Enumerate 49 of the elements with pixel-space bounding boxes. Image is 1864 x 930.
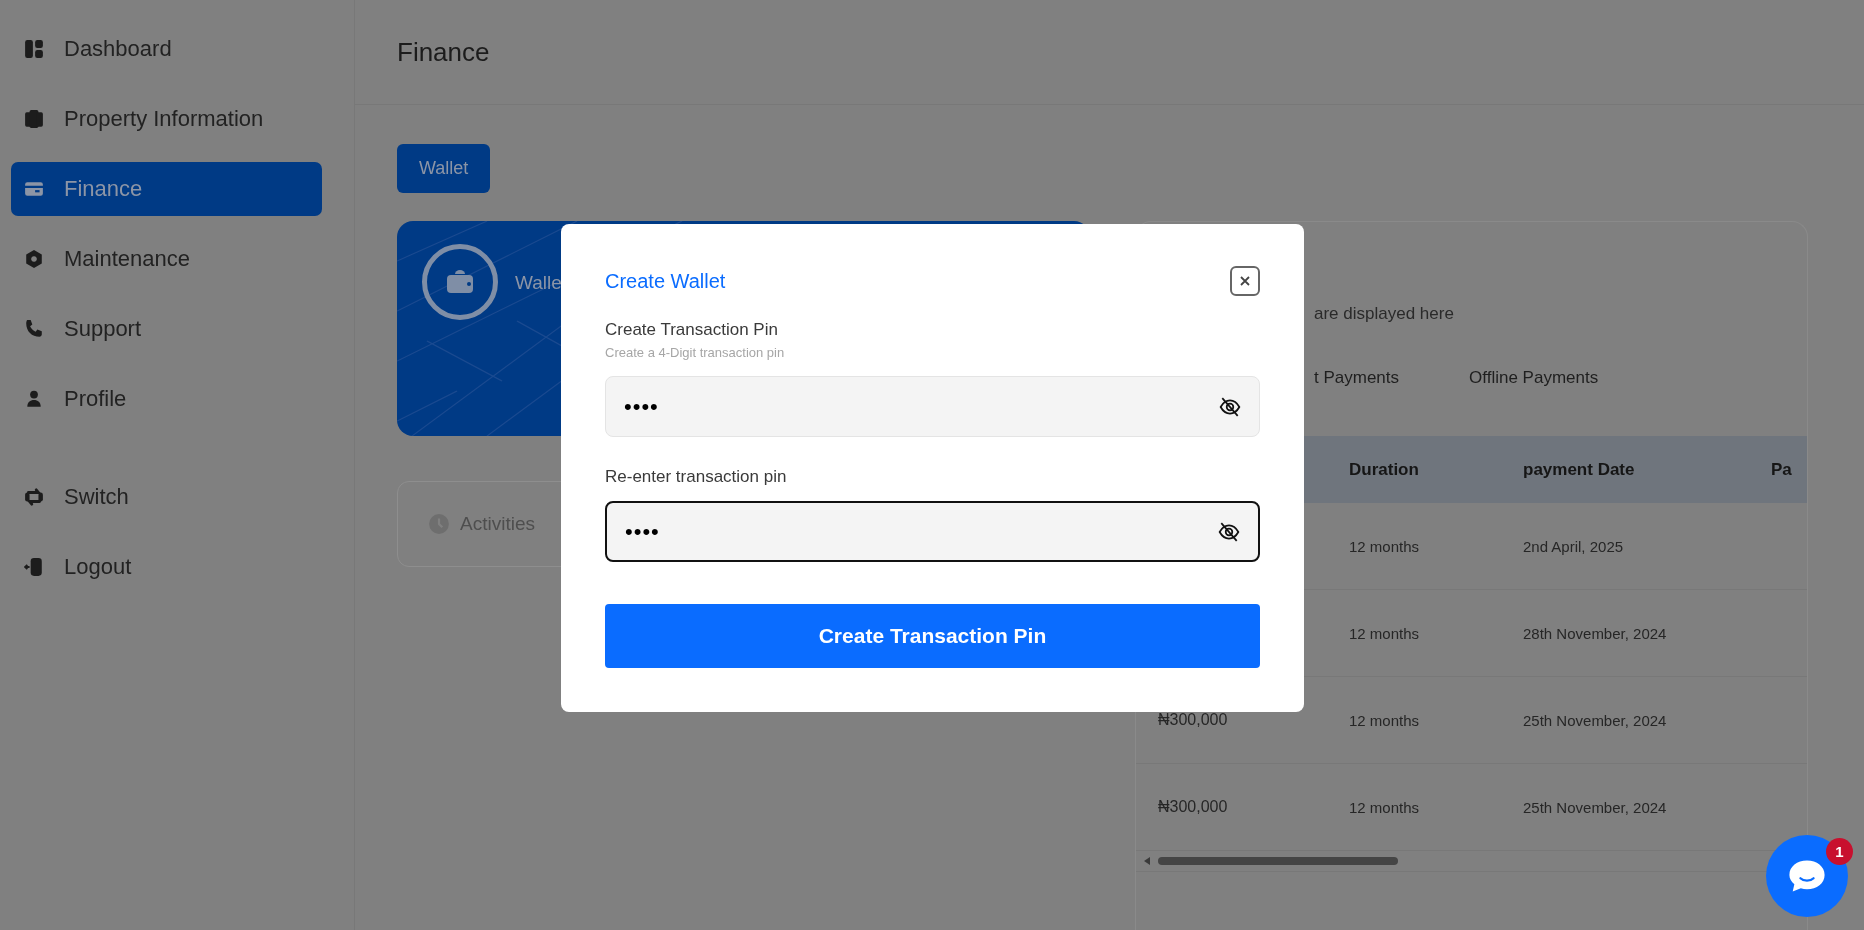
close-icon	[1240, 276, 1250, 286]
nav-item[interactable]: Maintenance	[11, 232, 322, 286]
nav-item[interactable]: Profile	[11, 372, 322, 426]
table-cell-text: 12 months	[1349, 624, 1421, 642]
field-label: Re-enter transaction pin	[605, 466, 788, 488]
nav-item[interactable]: Finance	[11, 162, 322, 216]
page-title: Finance	[397, 36, 490, 68]
create-pin-button[interactable]: Create Transaction Pin	[605, 604, 1260, 668]
eye-off-icon[interactable]	[1219, 395, 1241, 418]
field-hint: Create a 4-Digit transaction pin	[605, 345, 786, 360]
hexagon-icon	[24, 249, 44, 269]
table-cell: ₦300,000	[1158, 798, 1228, 815]
wallet-icon	[422, 244, 498, 320]
table-cell-text: 28th November, 2024	[1523, 624, 1668, 642]
logout-icon	[24, 557, 44, 577]
nav-item[interactable]: Support	[11, 302, 322, 356]
table-cell-text: 12 months	[1349, 711, 1421, 729]
column-header: payment Date	[1523, 459, 1636, 480]
dialog-title: Create Wallet	[605, 269, 726, 293]
close-button[interactable]	[1230, 266, 1260, 296]
column-header: Duration	[1349, 459, 1420, 480]
eye-off-icon[interactable]	[1218, 520, 1240, 543]
phone-icon	[24, 319, 44, 339]
nav-item[interactable]: Logout	[11, 540, 322, 594]
column-header: Pa	[1771, 459, 1793, 480]
dashboard-icon	[24, 39, 44, 59]
table-cell-text: 25th November, 2024	[1523, 711, 1668, 729]
nav-item[interactable]: Switch	[11, 470, 322, 524]
building-icon	[24, 109, 44, 129]
card-icon	[24, 179, 44, 199]
panel-subtitle: are displayed here	[1313, 303, 1455, 325]
table-cell-text: 12 months	[1349, 798, 1421, 816]
nav-item[interactable]: Property Information	[11, 92, 322, 146]
payments-tab[interactable]: t Payments	[1314, 366, 1400, 390]
table-cell: ₦300,000	[1158, 711, 1228, 728]
switch-icon	[24, 487, 44, 507]
pin-input-field[interactable]: ••••	[605, 376, 1260, 437]
pin-input-field[interactable]: ••••	[605, 501, 1260, 562]
field-label: Create Transaction Pin	[605, 319, 779, 341]
person-icon	[24, 389, 44, 409]
scrollbar-thumb[interactable]	[1158, 857, 1398, 865]
table-cell-text: 25th November, 2024	[1523, 798, 1668, 816]
wallet-tab[interactable]: Wallet	[397, 144, 491, 193]
payments-tab[interactable]: Offline Payments	[1469, 366, 1599, 390]
table-cell-text: 2nd April, 2025	[1523, 537, 1625, 555]
table-cell-text: 12 months	[1349, 537, 1421, 555]
wallet-label: Walle	[515, 272, 562, 294]
nav-item[interactable]: Dashboard	[11, 22, 322, 76]
scroll-left-icon[interactable]	[1144, 857, 1150, 865]
